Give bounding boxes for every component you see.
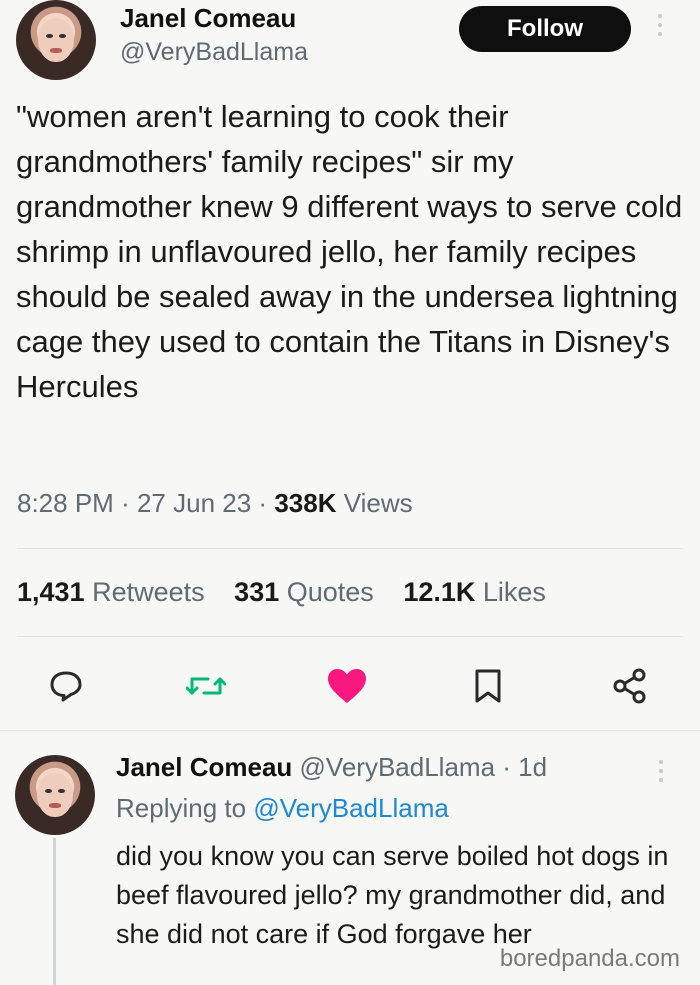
divider: [0, 730, 700, 731]
retweet-icon: [186, 677, 226, 695]
replying-to-link[interactable]: @VeryBadLlama: [253, 793, 449, 823]
avatar-eye-right: [58, 788, 65, 793]
likes-stat[interactable]: 12.1K Likes: [403, 577, 546, 607]
like-button[interactable]: [324, 663, 370, 709]
tweet-time[interactable]: 8:28 PM: [17, 488, 114, 518]
likes-label: Likes: [482, 577, 546, 607]
divider: [17, 548, 683, 549]
retweets-label: Retweets: [92, 577, 205, 607]
retweets-stat[interactable]: 1,431 Retweets: [17, 577, 205, 607]
reply-author-handle[interactable]: @VeryBadLlama: [300, 752, 496, 782]
bookmark-icon: [475, 669, 501, 703]
watermark: boredpanda.com: [495, 945, 684, 973]
tweet-meta: 8:28 PM · 27 Jun 23 · 338K Views: [17, 488, 413, 519]
reply-age[interactable]: 1d: [518, 752, 547, 782]
divider: [17, 636, 683, 637]
reply-text: did you know you can serve boiled hot do…: [116, 841, 669, 949]
quotes-count: 331: [234, 577, 280, 607]
retweet-button[interactable]: [183, 663, 229, 709]
tweet-text: "women aren't learning to cook their gra…: [16, 99, 683, 404]
meta-separator: ·: [121, 488, 130, 518]
comment-icon: [50, 671, 82, 702]
reply-button[interactable]: [43, 663, 89, 709]
author-avatar[interactable]: [16, 0, 96, 80]
likes-count: 12.1K: [403, 577, 476, 607]
share-icon: [613, 668, 646, 704]
reply-more-options-icon[interactable]: [657, 760, 665, 782]
author-name[interactable]: Janel Comeau: [120, 3, 296, 34]
heart-icon: [328, 669, 366, 703]
more-options-icon[interactable]: [656, 14, 664, 36]
share-button[interactable]: [607, 663, 653, 709]
thread-line: [53, 838, 56, 985]
author-handle[interactable]: @VeryBadLlama: [120, 38, 308, 67]
avatar-lips: [49, 48, 63, 53]
avatar-eye-right: [59, 33, 66, 38]
bookmark-button[interactable]: [465, 663, 511, 709]
tweet-date[interactable]: 27 Jun 23: [137, 488, 251, 518]
reply-author-name[interactable]: Janel Comeau: [116, 752, 292, 782]
views-label: Views: [343, 488, 413, 518]
retweets-count: 1,431: [17, 577, 85, 607]
avatar-face: [37, 772, 73, 818]
meta-separator: ·: [258, 488, 268, 518]
reply-separator: ·: [502, 752, 511, 782]
reply-header: Janel Comeau @VeryBadLlama · 1d: [116, 752, 547, 783]
avatar-lips: [48, 803, 62, 808]
avatar-face: [38, 17, 74, 63]
quotes-stat[interactable]: 331 Quotes: [234, 577, 374, 607]
quotes-label: Quotes: [286, 577, 374, 607]
engagement-stats: 1,431 Retweets 331 Quotes 12.1K Likes: [17, 577, 546, 608]
replying-to: Replying to @VeryBadLlama: [116, 793, 449, 824]
replying-prefix: Replying to: [116, 793, 247, 823]
avatar-eye-left: [45, 788, 52, 793]
avatar-eye-left: [46, 33, 53, 38]
reply-author-avatar[interactable]: [15, 755, 95, 835]
views-count: 338K: [274, 488, 337, 518]
follow-button[interactable]: Follow: [459, 6, 631, 52]
